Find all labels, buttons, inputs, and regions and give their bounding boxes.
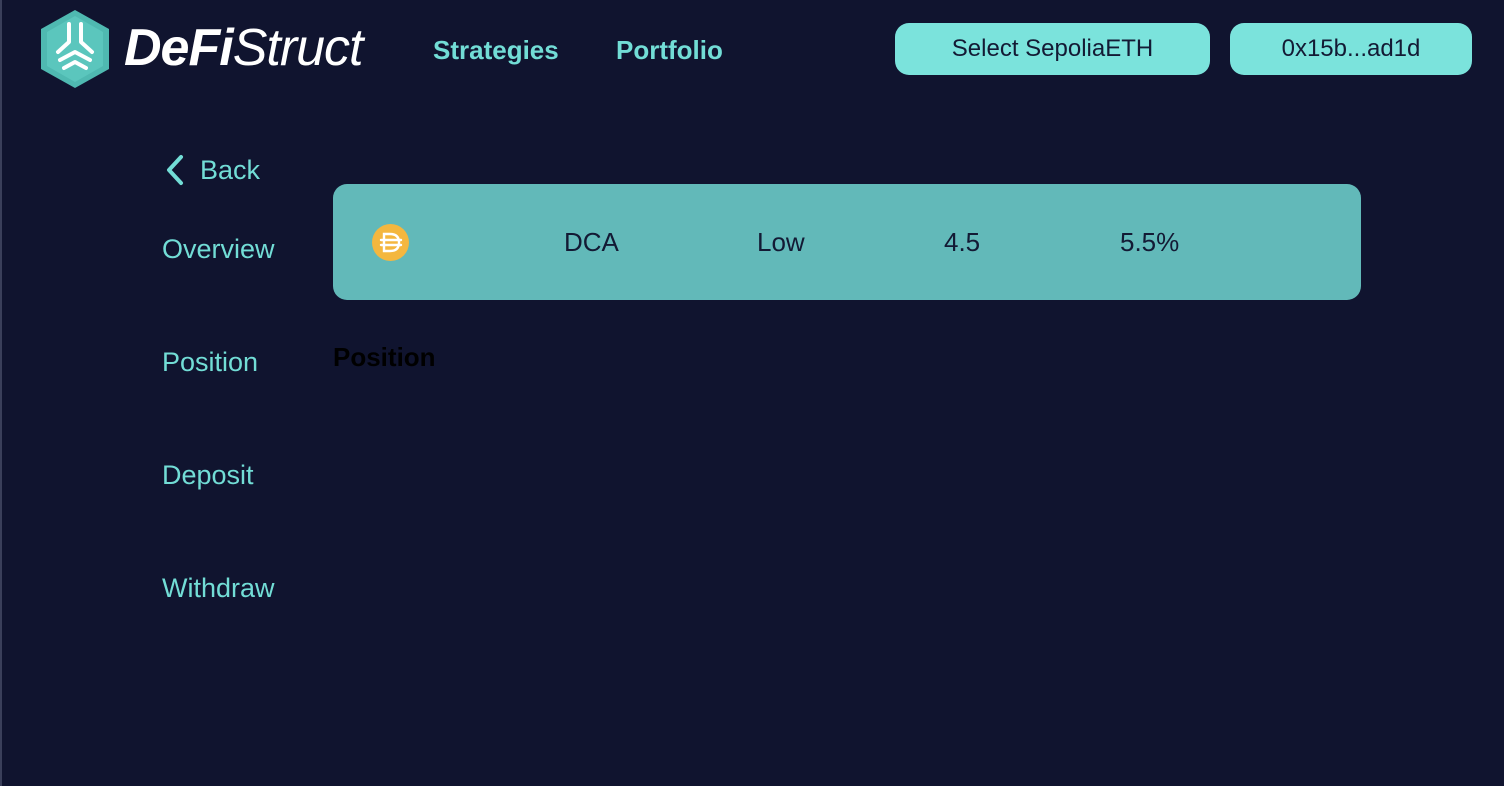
brand-wordmark-bold: DeFi bbox=[124, 19, 234, 77]
sidebar-item-position[interactable]: Position bbox=[162, 344, 258, 380]
strategy-score: 4.5 bbox=[944, 227, 981, 257]
select-network-button[interactable]: Select SepoliaETH bbox=[895, 23, 1210, 75]
sidebar-item-overview[interactable]: Overview bbox=[162, 231, 275, 267]
position-section-title: Position bbox=[333, 342, 436, 372]
back-label: Back bbox=[200, 155, 261, 185]
nav-portfolio-link[interactable]: Portfolio bbox=[616, 34, 723, 66]
brand-wordmark-light: Struct bbox=[232, 19, 364, 77]
window-edge bbox=[0, 0, 2, 786]
chevron-left-icon bbox=[167, 155, 183, 185]
brand-wordmark[interactable]: DeFiStruct bbox=[124, 18, 364, 78]
strategy-name: DCA bbox=[564, 227, 619, 257]
dai-coin-icon bbox=[372, 224, 409, 261]
sidebar-item-withdraw[interactable]: Withdraw bbox=[162, 570, 275, 606]
strategy-summary-card: DCA Low 4.5 5.5% bbox=[333, 184, 1361, 300]
top-header: DeFiStruct Strategies Portfolio Select S… bbox=[0, 0, 1504, 100]
wallet-address-button[interactable]: 0x15b...ad1d bbox=[1230, 23, 1472, 75]
back-button[interactable]: Back bbox=[164, 150, 260, 190]
strategy-apy: 5.5% bbox=[1120, 227, 1180, 257]
strategy-risk: Low bbox=[757, 227, 805, 257]
nav-strategies-link[interactable]: Strategies bbox=[433, 34, 559, 66]
defistruct-logo-icon[interactable] bbox=[38, 8, 112, 90]
sidebar-item-deposit[interactable]: Deposit bbox=[162, 457, 254, 493]
